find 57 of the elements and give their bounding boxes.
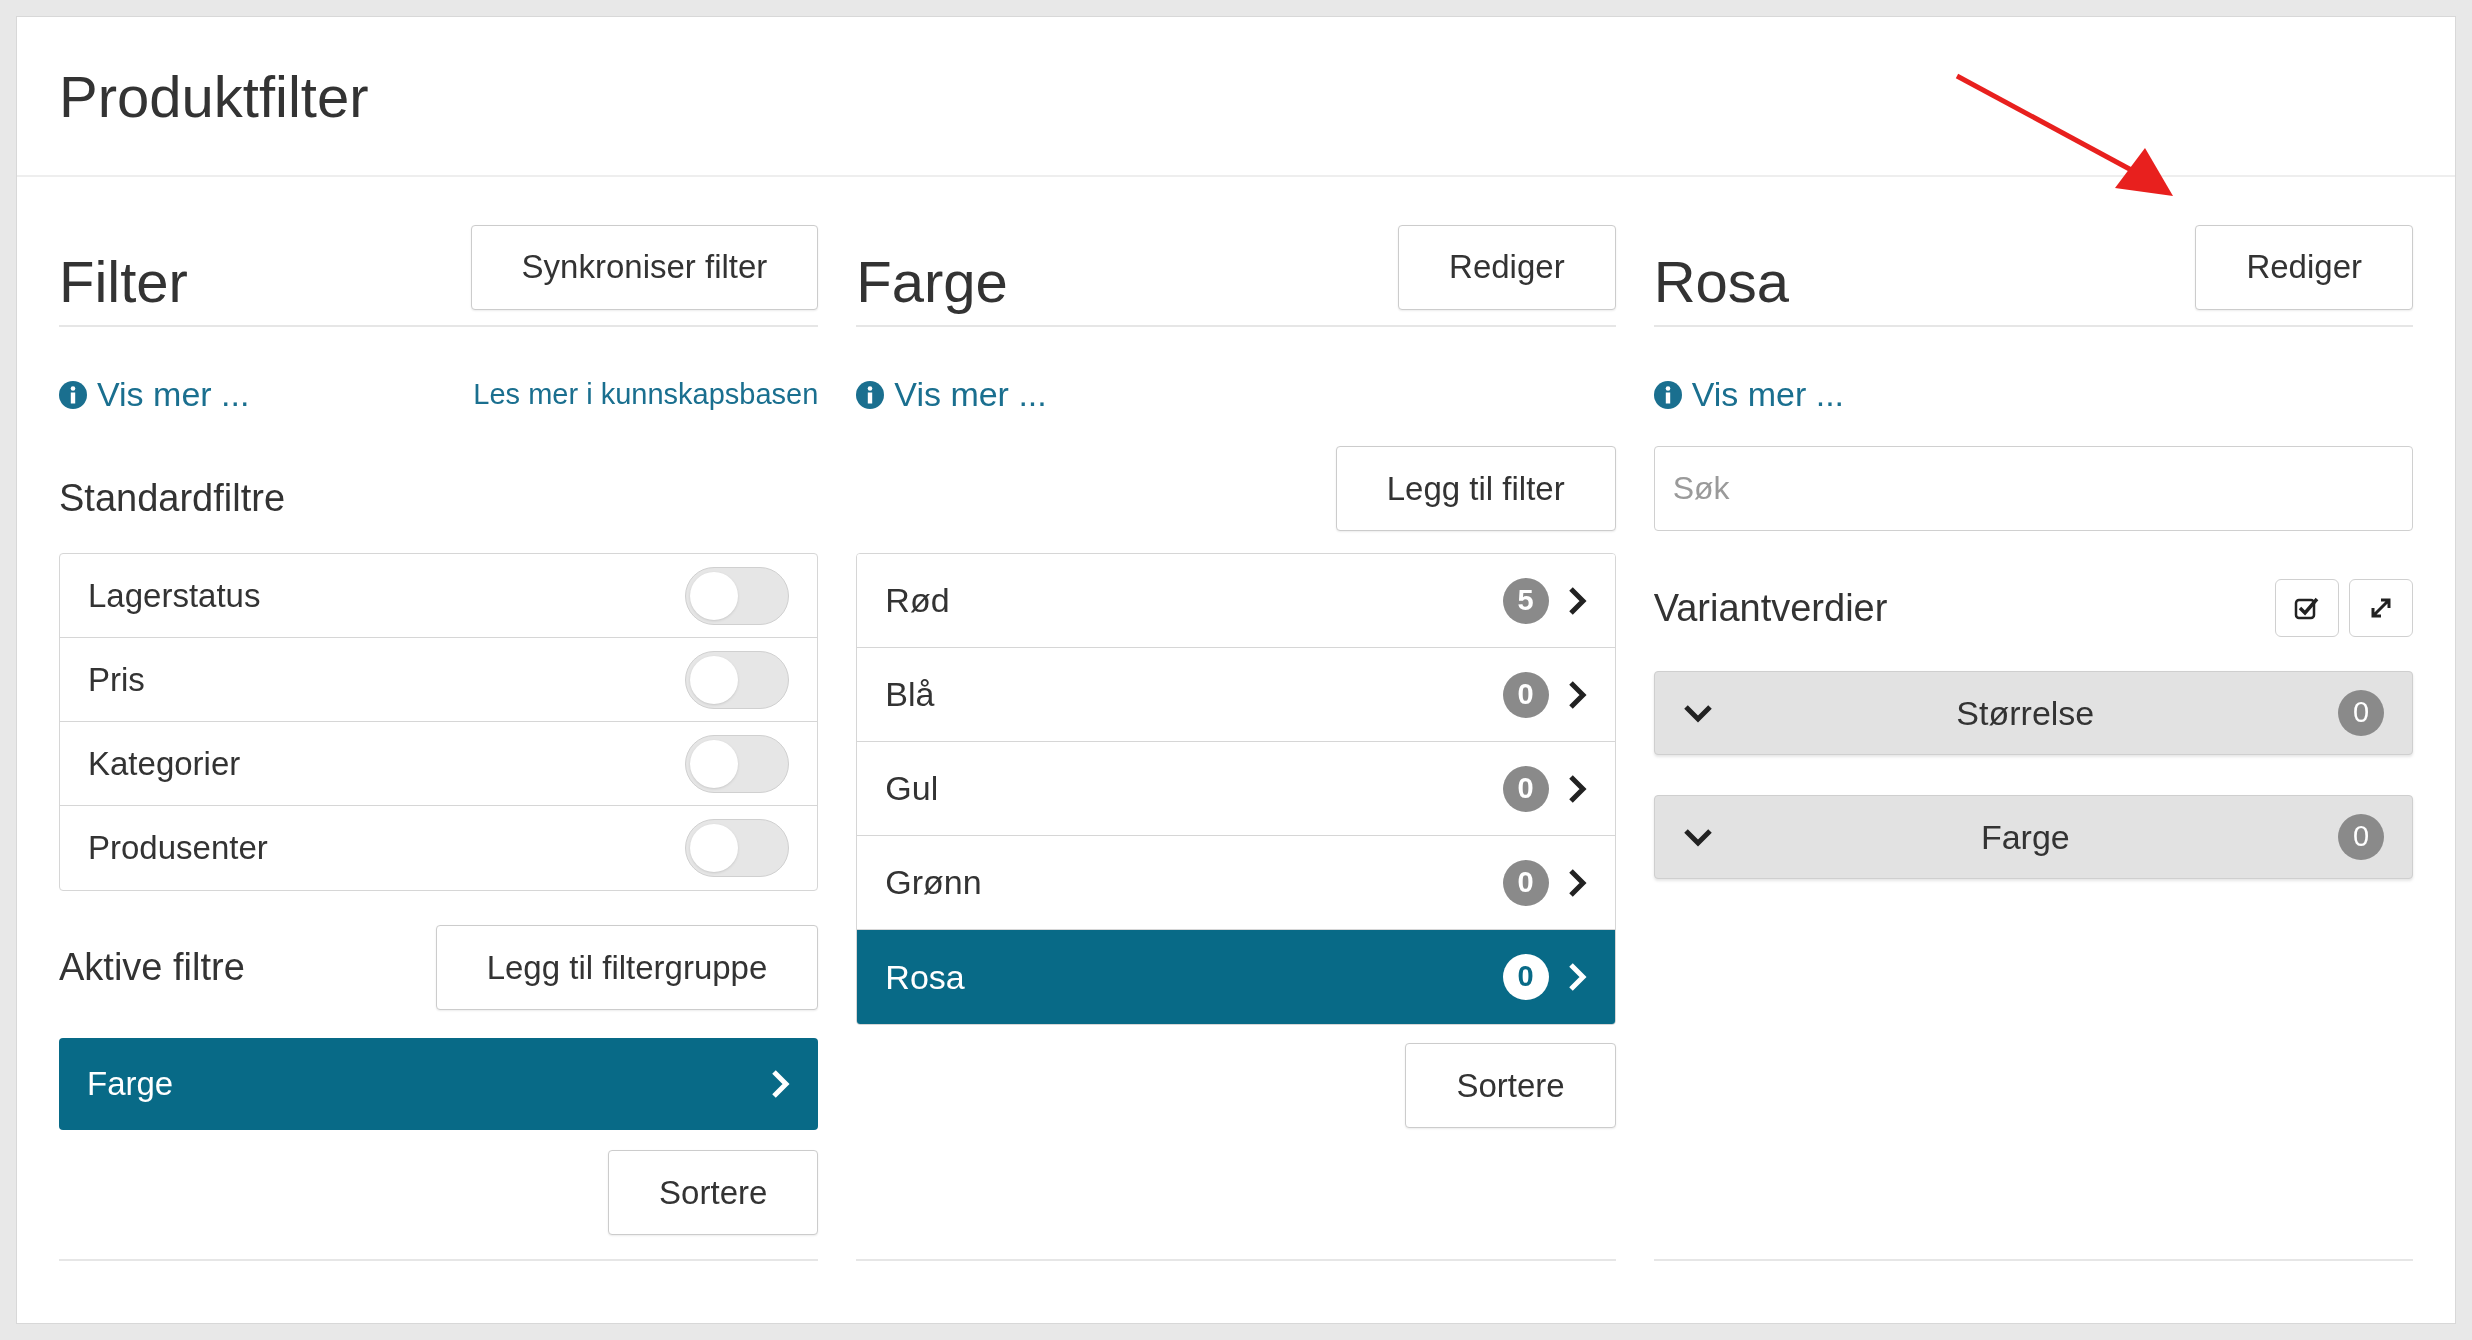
panel-heading: Rosa xyxy=(1653,247,1790,316)
chevron-down-icon xyxy=(1682,703,1713,723)
count-badge: 0 xyxy=(1502,859,1549,906)
value-label: Blå xyxy=(885,674,935,715)
accordion-header[interactable]: Farge 0 xyxy=(1653,795,2413,879)
chevron-down-icon xyxy=(1682,827,1713,847)
info-link[interactable]: Vis mer ... xyxy=(856,369,1616,420)
value-row[interactable]: Rød 5 xyxy=(857,554,1615,648)
count-badge: 0 xyxy=(2338,814,2384,860)
value-label: Gul xyxy=(885,768,939,809)
active-filter-row[interactable]: Farge xyxy=(59,1038,819,1130)
check-all-button[interactable] xyxy=(2275,579,2339,637)
filter-label: Lagerstatus xyxy=(88,575,261,616)
header-button[interactable]: Rediger xyxy=(1398,224,1616,310)
count-badge: 5 xyxy=(1502,577,1549,624)
info-icon xyxy=(59,380,87,409)
filter-label: Kategorier xyxy=(88,743,241,784)
search-field[interactable]: Søk xyxy=(1653,446,2413,531)
expand-button[interactable] xyxy=(2349,579,2413,637)
knowledge-base-link[interactable]: Les mer i kunnskapsbasen xyxy=(473,372,819,417)
chevron-right-icon xyxy=(1566,867,1587,898)
sort-button[interactable]: Sortere xyxy=(1405,1043,1616,1128)
section-heading: Aktive filtre xyxy=(59,945,245,990)
count-badge: 0 xyxy=(1502,954,1549,1000)
count-badge: 0 xyxy=(1502,765,1549,812)
chevron-right-icon xyxy=(1566,679,1587,710)
expand-icon xyxy=(2369,596,2393,620)
group-label: Størrelse xyxy=(1955,692,2096,734)
chevron-right-icon xyxy=(1566,773,1587,804)
chevron-right-icon xyxy=(1566,962,1587,992)
add-filter-button[interactable]: Legg til filter xyxy=(1335,446,1616,531)
group-label: Farge xyxy=(1979,816,2071,858)
value-label: Rosa xyxy=(885,956,965,998)
chevron-right-icon xyxy=(1566,585,1587,616)
count-badge: 0 xyxy=(1502,671,1549,718)
page-title: Produktfilter xyxy=(59,62,369,131)
header-button[interactable]: Synkroniser filter xyxy=(470,224,819,310)
header-button[interactable]: Rediger xyxy=(2195,224,2413,310)
info-icon xyxy=(856,380,885,409)
accordion-header[interactable]: Størrelse 0 xyxy=(1653,671,2413,755)
info-link[interactable]: Vis mer ... xyxy=(59,369,250,420)
info-link[interactable]: Vis mer ... xyxy=(1653,369,2413,420)
value-label: Rød xyxy=(885,580,950,621)
count-badge: 0 xyxy=(2338,690,2384,736)
filter-label: Pris xyxy=(88,659,145,700)
sort-button[interactable]: Sortere xyxy=(608,1150,819,1235)
chevron-right-icon xyxy=(770,1069,791,1099)
value-label: Grønn xyxy=(885,862,982,903)
section-heading: Standardfiltre xyxy=(59,476,286,521)
section-heading: Variantverdier xyxy=(1653,585,1888,631)
info-icon xyxy=(1653,380,1682,409)
filter-label: Produsenter xyxy=(88,828,268,869)
checkbox-check-icon xyxy=(2294,596,2320,620)
value-row[interactable]: Rosa 0 xyxy=(857,930,1615,1024)
panel-heading: Filter xyxy=(59,247,188,316)
add-group-button[interactable]: Legg til filtergruppe xyxy=(435,925,819,1010)
panel-heading: Farge xyxy=(856,247,1008,316)
